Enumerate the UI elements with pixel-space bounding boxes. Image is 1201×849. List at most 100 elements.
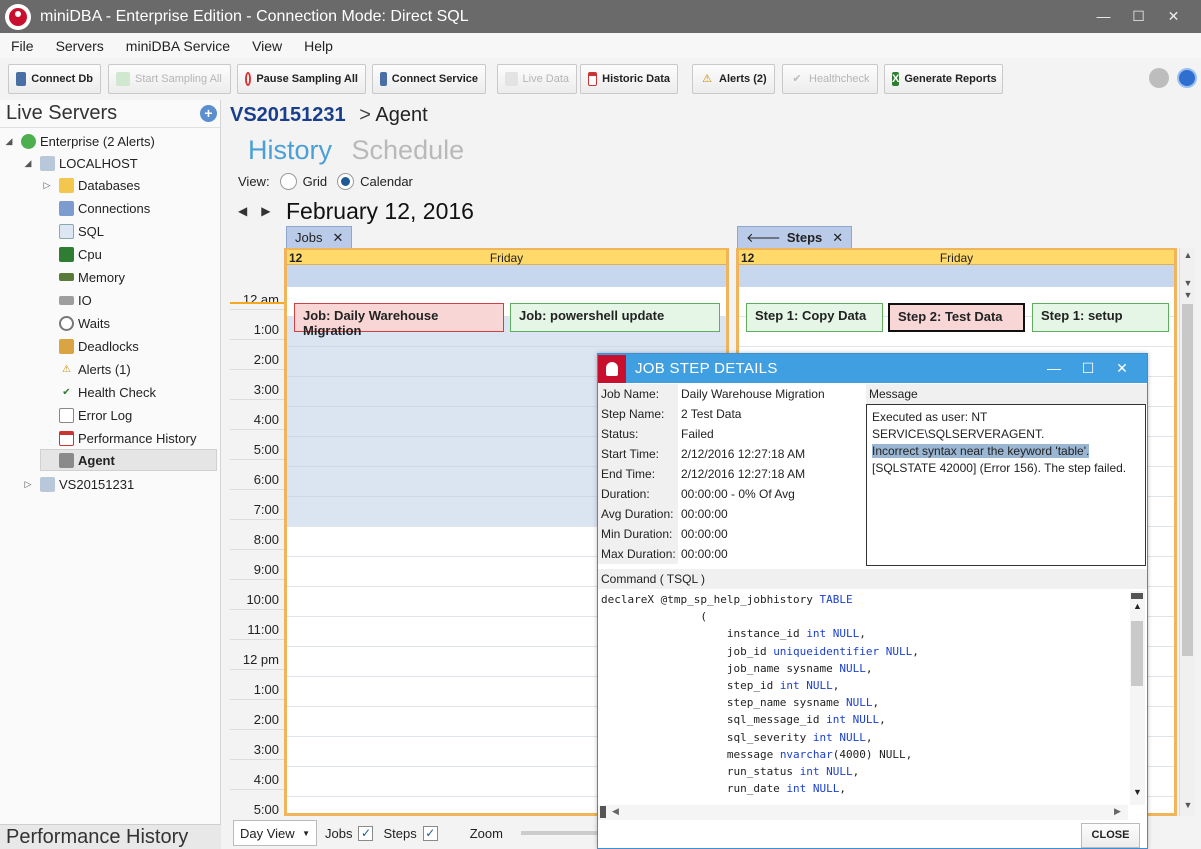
pause-sampling-button[interactable]: Pause Sampling All — [237, 64, 366, 94]
performance-history-panel-title[interactable]: Performance History — [0, 824, 221, 849]
maximize-icon[interactable]: ☐ — [1121, 0, 1156, 33]
maximize-icon[interactable]: ☐ — [1071, 354, 1105, 383]
healthcheck-button[interactable]: ✔ Healthcheck — [782, 64, 878, 94]
minimize-icon[interactable]: — — [1037, 354, 1071, 383]
tree-performance-history[interactable]: Performance History — [59, 428, 196, 448]
message-text[interactable]: Executed as user: NT SERVICE\SQLSERVERAG… — [866, 404, 1146, 566]
tree-error-log[interactable]: Error Log — [59, 405, 132, 425]
command-code-editor[interactable]: declareX @tmp_sp_help_jobhistory TABLE (… — [598, 591, 1128, 805]
connect-db-button[interactable]: Connect Db — [8, 64, 101, 94]
time-gridline — [230, 669, 284, 670]
code-line: step_id int NULL, — [601, 679, 840, 693]
time-gridline — [230, 519, 284, 520]
generate-reports-button[interactable]: X Generate Reports — [884, 64, 1003, 94]
scroll-top-icon[interactable] — [1131, 593, 1143, 599]
tree-agent[interactable]: Agent — [40, 449, 217, 471]
time-label: 3:00 — [253, 742, 279, 757]
day-view-dropdown[interactable]: Day View ▼ — [233, 820, 317, 846]
step-appointment[interactable]: Step 1: Copy Data — [746, 303, 883, 332]
tree-io[interactable]: IO — [59, 290, 92, 310]
scroll-up-icon[interactable]: ▲ — [1180, 250, 1196, 260]
left-panel: Live Servers + ◢ Enterprise (2 Alerts) ◢… — [0, 100, 221, 849]
property-row: End Time: 2/12/2016 12:27:18 AM — [598, 464, 865, 484]
breadcrumb-server[interactable]: VS20151231 — [230, 104, 346, 126]
time-gridline — [230, 579, 284, 580]
calendar-scrollbar[interactable]: ▲ ▼ ▼ ▼ — [1179, 248, 1195, 816]
settings-gear-icon[interactable] — [1149, 68, 1169, 88]
code-horizontal-scrollbar[interactable]: ◀ ▶ — [598, 805, 1128, 820]
job-appointment[interactable]: Job: Daily Warehouse Migration — [294, 303, 504, 338]
job-properties: Job Name: Daily Warehouse Migration Step … — [598, 384, 865, 564]
steps-checkbox[interactable]: ✓ — [422, 825, 438, 841]
add-server-icon[interactable]: + — [200, 105, 217, 122]
scroll-down-icon[interactable]: ▼ — [1130, 787, 1145, 797]
tree-cpu[interactable]: Cpu — [59, 244, 102, 264]
scroll-right-icon[interactable]: ▶ — [1114, 806, 1121, 817]
dialog-title-bar[interactable]: JOB STEP DETAILS — ☐ ✕ — [598, 354, 1147, 383]
sql-icon — [59, 223, 74, 239]
menu-servers[interactable]: Servers — [45, 38, 115, 54]
scroll-down-icon[interactable]: ▼ — [1180, 800, 1196, 810]
expand-icon[interactable]: ◢ — [3, 136, 15, 147]
step-appointment[interactable]: Step 1: setup — [1032, 303, 1169, 332]
expand-icon[interactable]: ◢ — [22, 158, 34, 169]
close-icon[interactable]: ✕ — [1105, 354, 1139, 383]
tree-enterprise[interactable]: ◢ Enterprise (2 Alerts) — [3, 131, 155, 151]
menu-file[interactable]: File — [0, 38, 45, 54]
grid-radio[interactable] — [279, 173, 297, 190]
close-jobs-tab-icon[interactable]: ✕ — [332, 230, 343, 246]
back-arrow-icon[interactable]: 🡐 — [746, 230, 781, 246]
time-label: 9:00 — [253, 562, 279, 577]
scroll-thumb[interactable] — [1131, 621, 1143, 686]
minimize-icon[interactable]: — — [1086, 0, 1121, 33]
collapse-icon[interactable]: ▷ — [41, 180, 53, 191]
connect-service-button[interactable]: Connect Service — [372, 64, 486, 94]
scroll-up-fast-icon[interactable]: ▼ — [1180, 278, 1196, 288]
scroll-start-icon[interactable] — [600, 806, 606, 818]
menu-view[interactable]: View — [241, 38, 293, 54]
alerts-button[interactable]: ⚠ Alerts (2) — [692, 64, 775, 94]
start-sampling-button[interactable]: Start Sampling All — [108, 64, 231, 94]
calendar-radio[interactable] — [337, 173, 355, 190]
all-day-area[interactable] — [287, 265, 726, 287]
step-appointment-selected[interactable]: Step 2: Test Data — [888, 303, 1025, 332]
scroll-down-fast-icon[interactable]: ▼ — [1180, 290, 1196, 300]
job-appointment[interactable]: Job: powershell update — [510, 303, 720, 332]
tree-localhost[interactable]: ◢ LOCALHOST — [22, 153, 138, 173]
code-scrollbar[interactable]: ▲ ▼ — [1130, 591, 1145, 805]
prev-day-icon[interactable]: ◀ — [238, 204, 261, 218]
clock-icon — [59, 315, 74, 331]
tree-deadlocks[interactable]: Deadlocks — [59, 336, 139, 356]
steps-pane-tab[interactable]: 🡐 Steps ✕ — [737, 226, 853, 248]
tree-waits[interactable]: Waits — [59, 313, 110, 333]
time-label: 3:00 — [253, 382, 279, 397]
time-gridline — [230, 489, 284, 490]
help-icon[interactable] — [1177, 68, 1197, 88]
scroll-thumb[interactable] — [1182, 304, 1193, 656]
tree-health-check[interactable]: ✔ Health Check — [59, 382, 156, 402]
close-button[interactable]: CLOSE — [1081, 823, 1140, 848]
scroll-left-icon[interactable]: ◀ — [612, 806, 619, 817]
chevron-down-icon: ▼ — [302, 828, 310, 838]
tree-alerts[interactable]: ⚠ Alerts (1) — [59, 359, 131, 379]
time-gridline — [230, 459, 284, 460]
all-day-area[interactable] — [739, 265, 1174, 287]
tab-schedule[interactable]: Schedule — [352, 135, 465, 165]
menu-minidba-service[interactable]: miniDBA Service — [115, 38, 241, 54]
historic-data-button[interactable]: Historic Data — [580, 64, 678, 94]
close-icon[interactable]: ✕ — [1156, 0, 1191, 33]
tab-history[interactable]: History — [248, 135, 332, 165]
collapse-icon[interactable]: ▷ — [22, 479, 34, 490]
tree-memory[interactable]: Memory — [59, 267, 125, 287]
tree-databases[interactable]: ▷ Databases — [41, 175, 140, 195]
tree-connections[interactable]: Connections — [59, 198, 150, 218]
next-day-icon[interactable]: ▶ — [261, 204, 284, 218]
scroll-up-icon[interactable]: ▲ — [1130, 601, 1145, 611]
live-data-button[interactable]: Live Data — [497, 64, 577, 94]
tree-vs-server[interactable]: ▷ VS20151231 — [22, 474, 134, 494]
close-steps-tab-icon[interactable]: ✕ — [832, 230, 843, 246]
jobs-checkbox[interactable]: ✓ — [358, 825, 374, 841]
tree-sql[interactable]: SQL — [59, 221, 104, 241]
menu-help[interactable]: Help — [293, 38, 344, 54]
jobs-pane-tab[interactable]: Jobs ✕ — [286, 226, 353, 248]
